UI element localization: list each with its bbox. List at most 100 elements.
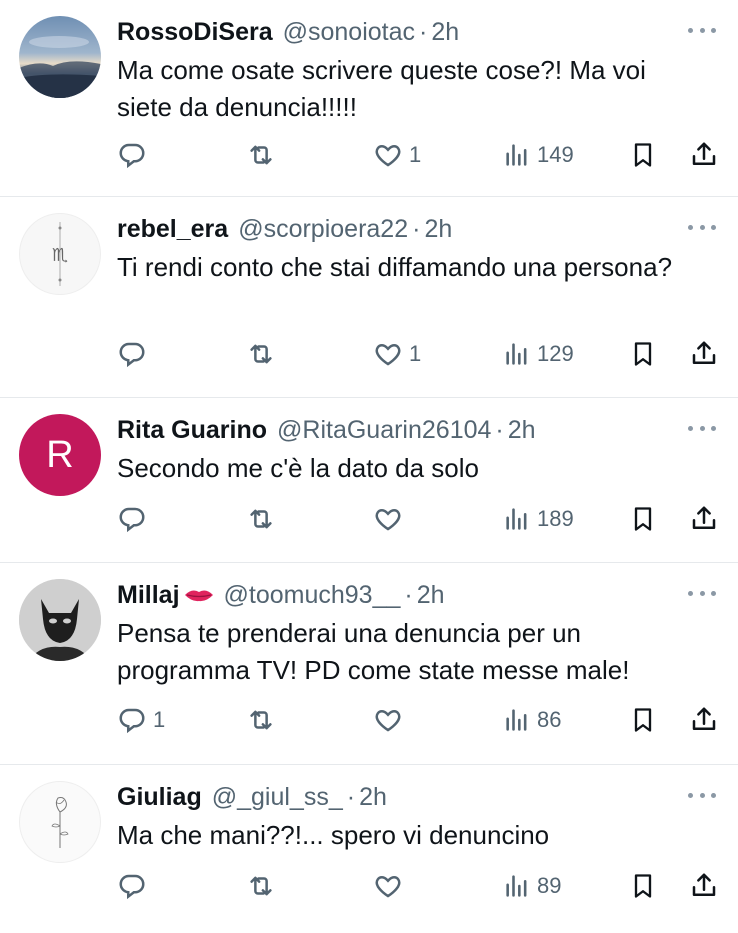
display-name[interactable]: Giuliag xyxy=(117,783,202,812)
reply-tweet[interactable]: ♏ rebel_era @scorpioera22 · 2h Ti rendi … xyxy=(0,197,738,398)
action-bar: 1 129 xyxy=(117,337,720,371)
retweet-button[interactable] xyxy=(245,869,283,903)
bookmark-icon xyxy=(634,507,652,531)
action-bar: 189 xyxy=(117,502,720,536)
like-button[interactable] xyxy=(373,703,409,737)
heart-icon xyxy=(375,875,401,898)
tweet-text: Secondo me c'è la dato da solo xyxy=(117,453,479,483)
reply-button[interactable] xyxy=(117,337,153,371)
more-options-icon[interactable] xyxy=(688,416,716,440)
more-options-icon[interactable] xyxy=(688,783,716,807)
tweet-header: Giuliag @_giul_ss_ · 2h xyxy=(117,779,678,815)
more-options-icon[interactable] xyxy=(688,215,716,239)
display-name[interactable]: Rita Guarino xyxy=(117,416,267,445)
share-button[interactable] xyxy=(689,869,719,903)
views-button[interactable]: 129 xyxy=(503,337,574,371)
bookmark-button[interactable] xyxy=(629,869,657,903)
reply-tweet[interactable]: Giuliag @_giul_ss_ · 2h Ma che mani??!..… xyxy=(0,765,738,933)
display-name[interactable]: rebel_era xyxy=(117,215,228,244)
view-count: 129 xyxy=(537,341,574,366)
like-count: 1 xyxy=(409,142,422,167)
bookmark-icon xyxy=(634,143,652,167)
retweet-button[interactable] xyxy=(245,703,283,737)
bookmark-button[interactable] xyxy=(629,703,657,737)
tweet-text: Ma come osate scrivere queste cose?! Ma … xyxy=(117,55,646,122)
retweet-button[interactable] xyxy=(245,337,283,371)
avatar[interactable] xyxy=(19,16,101,98)
view-count: 149 xyxy=(537,142,574,167)
retweet-icon xyxy=(250,145,272,165)
analytics-icon xyxy=(506,875,527,897)
share-icon xyxy=(692,142,716,165)
reply-button[interactable] xyxy=(117,138,153,172)
avatar[interactable]: R xyxy=(19,414,101,496)
timestamp[interactable]: 2h xyxy=(424,215,452,244)
retweet-button[interactable] xyxy=(245,502,283,536)
more-options-icon[interactable] xyxy=(688,18,716,42)
share-icon xyxy=(692,873,716,896)
view-count: 189 xyxy=(537,506,574,531)
share-button[interactable] xyxy=(689,703,719,737)
bookmark-button[interactable] xyxy=(629,502,657,536)
bookmark-icon xyxy=(634,708,652,732)
like-count: 1 xyxy=(409,341,422,366)
reply-icon xyxy=(119,507,145,533)
display-name[interactable]: Millaj xyxy=(117,581,180,610)
like-button[interactable]: 1 xyxy=(373,337,421,371)
view-count: 86 xyxy=(537,707,562,732)
tweet-header: Millaj @toomuch93__ · 2h xyxy=(117,577,678,613)
avatar[interactable] xyxy=(19,781,101,863)
tweet-header: RossoDiSera @sonoiotac · 2h xyxy=(117,14,678,50)
share-icon xyxy=(692,707,716,730)
share-button[interactable] xyxy=(689,138,719,172)
like-button[interactable] xyxy=(373,502,409,536)
reply-tweet[interactable]: RossoDiSera @sonoiotac · 2h Ma come osat… xyxy=(0,0,738,197)
share-icon xyxy=(692,341,716,364)
rose-drawing-icon xyxy=(51,797,69,848)
like-button[interactable]: 1 xyxy=(373,138,421,172)
analytics-icon xyxy=(506,343,527,365)
bookmark-button[interactable] xyxy=(629,337,657,371)
reply-button[interactable] xyxy=(117,869,153,903)
user-handle[interactable]: @toomuch93__ xyxy=(224,581,401,610)
reply-icon xyxy=(119,874,145,900)
reply-button[interactable]: 1 xyxy=(117,703,165,737)
like-button[interactable] xyxy=(373,869,409,903)
user-handle[interactable]: @_giul_ss_ xyxy=(212,783,343,812)
views-button[interactable]: 89 xyxy=(503,869,561,903)
avatar[interactable] xyxy=(19,579,101,661)
bookmark-icon xyxy=(634,874,652,898)
timestamp[interactable]: 2h xyxy=(359,783,387,812)
user-handle[interactable]: @RitaGuarin26104 xyxy=(277,416,491,445)
separator-dot: · xyxy=(412,214,421,243)
share-button[interactable] xyxy=(689,502,719,536)
user-handle[interactable]: @sonoiotac xyxy=(283,18,415,47)
analytics-icon xyxy=(506,144,527,166)
lips-emoji-icon xyxy=(184,590,213,602)
reply-button[interactable] xyxy=(117,502,153,536)
views-button[interactable]: 149 xyxy=(503,138,574,172)
views-button[interactable]: 189 xyxy=(503,502,574,536)
avatar[interactable]: ♏ xyxy=(19,213,101,295)
display-name[interactable]: RossoDiSera xyxy=(117,18,273,47)
timestamp[interactable]: 2h xyxy=(508,416,536,445)
share-button[interactable] xyxy=(689,337,719,371)
retweet-icon xyxy=(250,710,272,730)
views-button[interactable]: 86 xyxy=(503,703,561,737)
bookmark-button[interactable] xyxy=(629,138,657,172)
masked-portrait-icon xyxy=(19,579,101,661)
reply-count: 1 xyxy=(153,707,166,732)
analytics-icon xyxy=(506,508,527,530)
landscape-icon xyxy=(19,36,101,98)
more-options-icon[interactable] xyxy=(688,581,716,605)
heart-icon xyxy=(375,343,401,366)
separator-dot: · xyxy=(495,415,504,444)
scorpio-symbol-icon: ♏ xyxy=(52,222,68,286)
user-handle[interactable]: @scorpioera22 xyxy=(238,215,408,244)
reply-tweet[interactable]: R Rita Guarino @RitaGuarin26104 · 2h Sec… xyxy=(0,398,738,563)
timestamp[interactable]: 2h xyxy=(431,18,459,47)
reply-tweet[interactable]: Millaj @toomuch93__ · 2h Pensa te prende… xyxy=(0,563,738,765)
heart-icon xyxy=(375,508,401,531)
retweet-button[interactable] xyxy=(245,138,283,172)
timestamp[interactable]: 2h xyxy=(417,581,445,610)
